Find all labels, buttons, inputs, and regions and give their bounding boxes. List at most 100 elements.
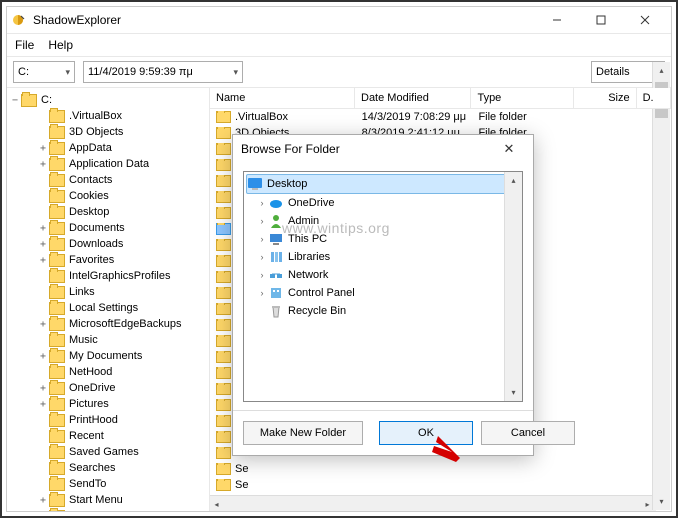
libraries-icon (268, 249, 284, 265)
tree-item[interactable]: Links (9, 284, 207, 300)
folder-icon (49, 238, 65, 251)
folder-icon (216, 463, 231, 475)
tree-item[interactable]: +Favorites (9, 252, 207, 268)
minimize-button[interactable] (535, 9, 579, 31)
folder-icon (49, 126, 65, 139)
window-vscroll[interactable]: ▴▾ (652, 62, 670, 510)
tree-item[interactable]: SendTo (9, 476, 207, 492)
tree-item[interactable]: +Application Data (9, 156, 207, 172)
tree-item[interactable]: PrintHood (9, 412, 207, 428)
maximize-button[interactable] (579, 9, 623, 31)
tree-item[interactable]: +Start Menu (9, 492, 207, 508)
dialog-tree-item[interactable]: Recycle Bin (246, 302, 520, 320)
dialog-folder-tree[interactable]: Desktop ›OneDrive›Admin›This PC›Librarie… (243, 171, 523, 402)
tree-item[interactable]: +Templates (9, 508, 207, 511)
folder-icon (216, 191, 231, 203)
tree-item[interactable]: +Documents (9, 220, 207, 236)
tree-item[interactable]: Recent (9, 428, 207, 444)
tree-item[interactable]: Saved Games (9, 444, 207, 460)
folder-icon (216, 271, 231, 283)
folder-icon (216, 399, 231, 411)
tree-item[interactable]: IntelGraphicsProfiles (9, 268, 207, 284)
folder-icon (216, 223, 231, 235)
desktop-icon (247, 176, 263, 192)
folder-icon (216, 431, 231, 443)
tree-item[interactable]: Local Settings (9, 300, 207, 316)
folder-icon (49, 382, 65, 395)
col-size[interactable]: Size (574, 88, 637, 108)
drive-combo[interactable]: C:▾ (13, 61, 75, 83)
dialog-tree-item[interactable]: ›OneDrive (246, 194, 520, 212)
folder-icon (216, 335, 231, 347)
tree-item[interactable]: +Downloads (9, 236, 207, 252)
folder-icon (216, 447, 231, 459)
watermark: www.wintips.org (282, 220, 390, 236)
list-row[interactable]: .VirtualBox14/3/2019 7:08:29 μμFile fold… (210, 109, 671, 125)
app-icon (11, 12, 27, 28)
dialog-tree-item[interactable]: ›Libraries (246, 248, 520, 266)
folder-icon (216, 239, 231, 251)
tree-item[interactable]: Cookies (9, 188, 207, 204)
toolbar: C:▾ 11/4/2019 9:59:39 πμ▾ Details▾ (7, 57, 671, 88)
dialog-tree-scroll[interactable]: ▴▾ (504, 172, 522, 401)
make-new-folder-button[interactable]: Make New Folder (243, 421, 363, 445)
list-hscroll[interactable]: ◂▸ (210, 495, 656, 511)
tree-item[interactable]: +My Documents (9, 348, 207, 364)
col-d[interactable]: D. (637, 88, 671, 108)
folder-icon (49, 318, 65, 331)
col-date[interactable]: Date Modified (355, 88, 471, 108)
folder-icon (49, 478, 65, 491)
folder-icon (49, 254, 65, 267)
tree-item[interactable]: Searches (9, 460, 207, 476)
col-name[interactable]: Name (210, 88, 355, 108)
tree-item[interactable]: Desktop (9, 204, 207, 220)
snapshot-combo[interactable]: 11/4/2019 9:59:39 πμ▾ (83, 61, 243, 83)
tree-item[interactable]: +MicrosoftEdgeBackups (9, 316, 207, 332)
tree-item[interactable]: 3D Objects (9, 124, 207, 140)
list-row[interactable]: Se8/ (210, 477, 671, 493)
folder-icon (49, 398, 65, 411)
tree-item[interactable]: NetHood (9, 364, 207, 380)
onedrive-icon (268, 195, 284, 211)
dialog-tree-item[interactable]: ›Network (246, 266, 520, 284)
window-title: ShadowExplorer (33, 13, 535, 27)
tree-item[interactable]: Contacts (9, 172, 207, 188)
folder-icon (49, 510, 65, 512)
list-header: Name Date Modified Type Size D. (210, 88, 671, 109)
tree-item[interactable]: +OneDrive (9, 380, 207, 396)
dialog-title: Browse For Folder (241, 142, 493, 156)
folder-icon (49, 110, 65, 123)
folder-icon (49, 350, 65, 363)
folder-icon (216, 255, 231, 267)
folder-tree[interactable]: −C: .VirtualBox3D Objects+AppData+Applic… (7, 88, 210, 511)
folder-icon (49, 174, 65, 187)
folder-icon (216, 303, 231, 315)
tree-item[interactable]: Music (9, 332, 207, 348)
folder-icon (216, 415, 231, 427)
tree-item-desktop[interactable]: Desktop (246, 174, 520, 194)
cancel-button[interactable]: Cancel (481, 421, 575, 445)
pointer-arrow-icon (430, 434, 466, 464)
dialog-close-button[interactable]: ✕ (493, 141, 525, 157)
recycle-bin-icon (268, 303, 284, 319)
folder-icon (49, 270, 65, 283)
network-icon (268, 267, 284, 283)
tree-item[interactable]: +Pictures (9, 396, 207, 412)
tree-item[interactable]: .VirtualBox (9, 108, 207, 124)
chevron-down-icon: ▾ (65, 67, 70, 78)
close-button[interactable] (623, 9, 667, 31)
tree-item[interactable]: +AppData (9, 140, 207, 156)
folder-icon (216, 207, 231, 219)
folder-icon (49, 334, 65, 347)
folder-icon (216, 319, 231, 331)
menu-file[interactable]: File (15, 38, 34, 52)
control-panel-icon (268, 285, 284, 301)
menubar: File Help (7, 34, 671, 57)
dialog-tree-item[interactable]: ›Control Panel (246, 284, 520, 302)
folder-icon (216, 287, 231, 299)
folder-icon (49, 494, 65, 507)
col-type[interactable]: Type (471, 88, 573, 108)
folder-icon (216, 159, 231, 171)
menu-help[interactable]: Help (48, 38, 73, 52)
dialog-titlebar: Browse For Folder ✕ (233, 135, 533, 163)
